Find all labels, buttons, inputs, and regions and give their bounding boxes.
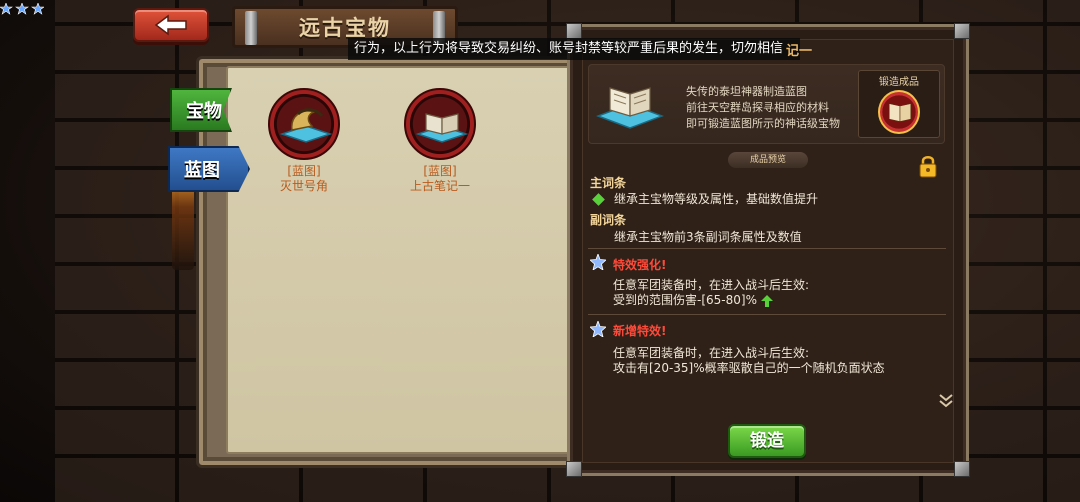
- panel-title-fragment: 记一: [786, 44, 813, 59]
- forge-result[interactable]: 锻造成品: [858, 70, 940, 138]
- effect-new-line2: 攻击有[20-35]%概率驱散自己的一个随机负面状态: [613, 361, 885, 375]
- corner-bolt-icon: [954, 23, 970, 39]
- corner-bolt-icon: [566, 23, 582, 39]
- tab-blueprint-label: 蓝图: [184, 160, 220, 181]
- forge-button[interactable]: 锻造: [728, 424, 806, 458]
- blueprint-description: 失传的泰坦神器制造蓝图 前往天空群岛探寻相应的材料 即可锻造蓝图所示的神话级宝物: [686, 84, 840, 132]
- item-tag: [蓝图]: [287, 164, 321, 178]
- effect-new-title: 新增特效!: [613, 324, 667, 338]
- lock-icon[interactable]: [918, 154, 938, 178]
- horn-blueprint-icon: [279, 108, 333, 143]
- sub-attr-text: 继承主宝物前3条副词条属性及数值: [614, 230, 802, 244]
- star-badge-icon: [590, 321, 606, 337]
- star-badge-icon: [590, 254, 606, 270]
- main-attr-title: 主词条: [590, 176, 627, 190]
- corner-bolt-icon: [566, 461, 582, 477]
- inventory-item[interactable]: [蓝图] 上古笔记一: [395, 88, 485, 194]
- effect-enhance-line2: 受到的范围伤害-[65-80]%: [613, 293, 757, 307]
- description-line: 失传的泰坦神器制造蓝图: [686, 85, 807, 98]
- torch-icon: [168, 162, 198, 270]
- scrolling-notice: 行为，以上行为将导致交易纠纷、账号封禁等较严重后果的发生，切勿相信: [348, 38, 800, 60]
- sub-attr-title: 副词条: [590, 213, 627, 227]
- tab-treasure-label: 宝物: [186, 101, 222, 122]
- game-scene: 远古宝物 宝物 蓝图 [蓝图] 灭世号角 [蓝图] 上古笔记一 失传的泰坦神器制…: [0, 0, 1080, 502]
- description-line: 即可锻造蓝图所示的神话级宝物: [686, 117, 840, 130]
- rarity-stars-icon: [0, 2, 45, 15]
- mythic-book-icon: [878, 90, 920, 134]
- item-slot: [404, 88, 476, 160]
- preview-label: 成品预览: [728, 152, 808, 168]
- effect-new-line1: 任意军团装备时，在进入战斗后生效:: [613, 346, 810, 360]
- bolt-icon: [245, 11, 257, 45]
- corner-bolt-icon: [954, 461, 970, 477]
- effect-enhance-line2-row: 受到的范围伤害-[65-80]%: [613, 292, 773, 308]
- up-arrow-icon: [760, 294, 773, 307]
- tab-treasure[interactable]: 宝物: [170, 88, 232, 132]
- item-slot: [268, 88, 340, 160]
- forge-result-label: 锻造成品: [879, 77, 919, 88]
- back-arrow-icon: [154, 14, 187, 36]
- item-name: 上古笔记一: [409, 179, 470, 193]
- scroll-down-icon[interactable]: [938, 392, 954, 408]
- description-line: 前往天空群岛探寻相应的材料: [686, 101, 829, 114]
- blueprint-book-icon: [596, 87, 664, 129]
- effect-enhance-title: 特效强化!: [613, 258, 667, 272]
- inventory-item[interactable]: [蓝图] 灭世号角: [259, 88, 349, 194]
- book-blueprint-icon: [415, 113, 469, 143]
- item-name: 灭世号角: [279, 179, 328, 193]
- item-tag: [蓝图]: [423, 164, 457, 178]
- divider: [588, 248, 946, 249]
- divider: [588, 314, 946, 315]
- back-button[interactable]: [133, 8, 209, 42]
- effect-enhance-line1: 任意军团装备时，在进入战斗后生效:: [613, 278, 810, 292]
- tab-blueprint[interactable]: 蓝图: [168, 146, 250, 192]
- book-icon: [888, 103, 912, 122]
- main-attr-text: 继承主宝物等级及属性，基础数值提升: [614, 192, 819, 206]
